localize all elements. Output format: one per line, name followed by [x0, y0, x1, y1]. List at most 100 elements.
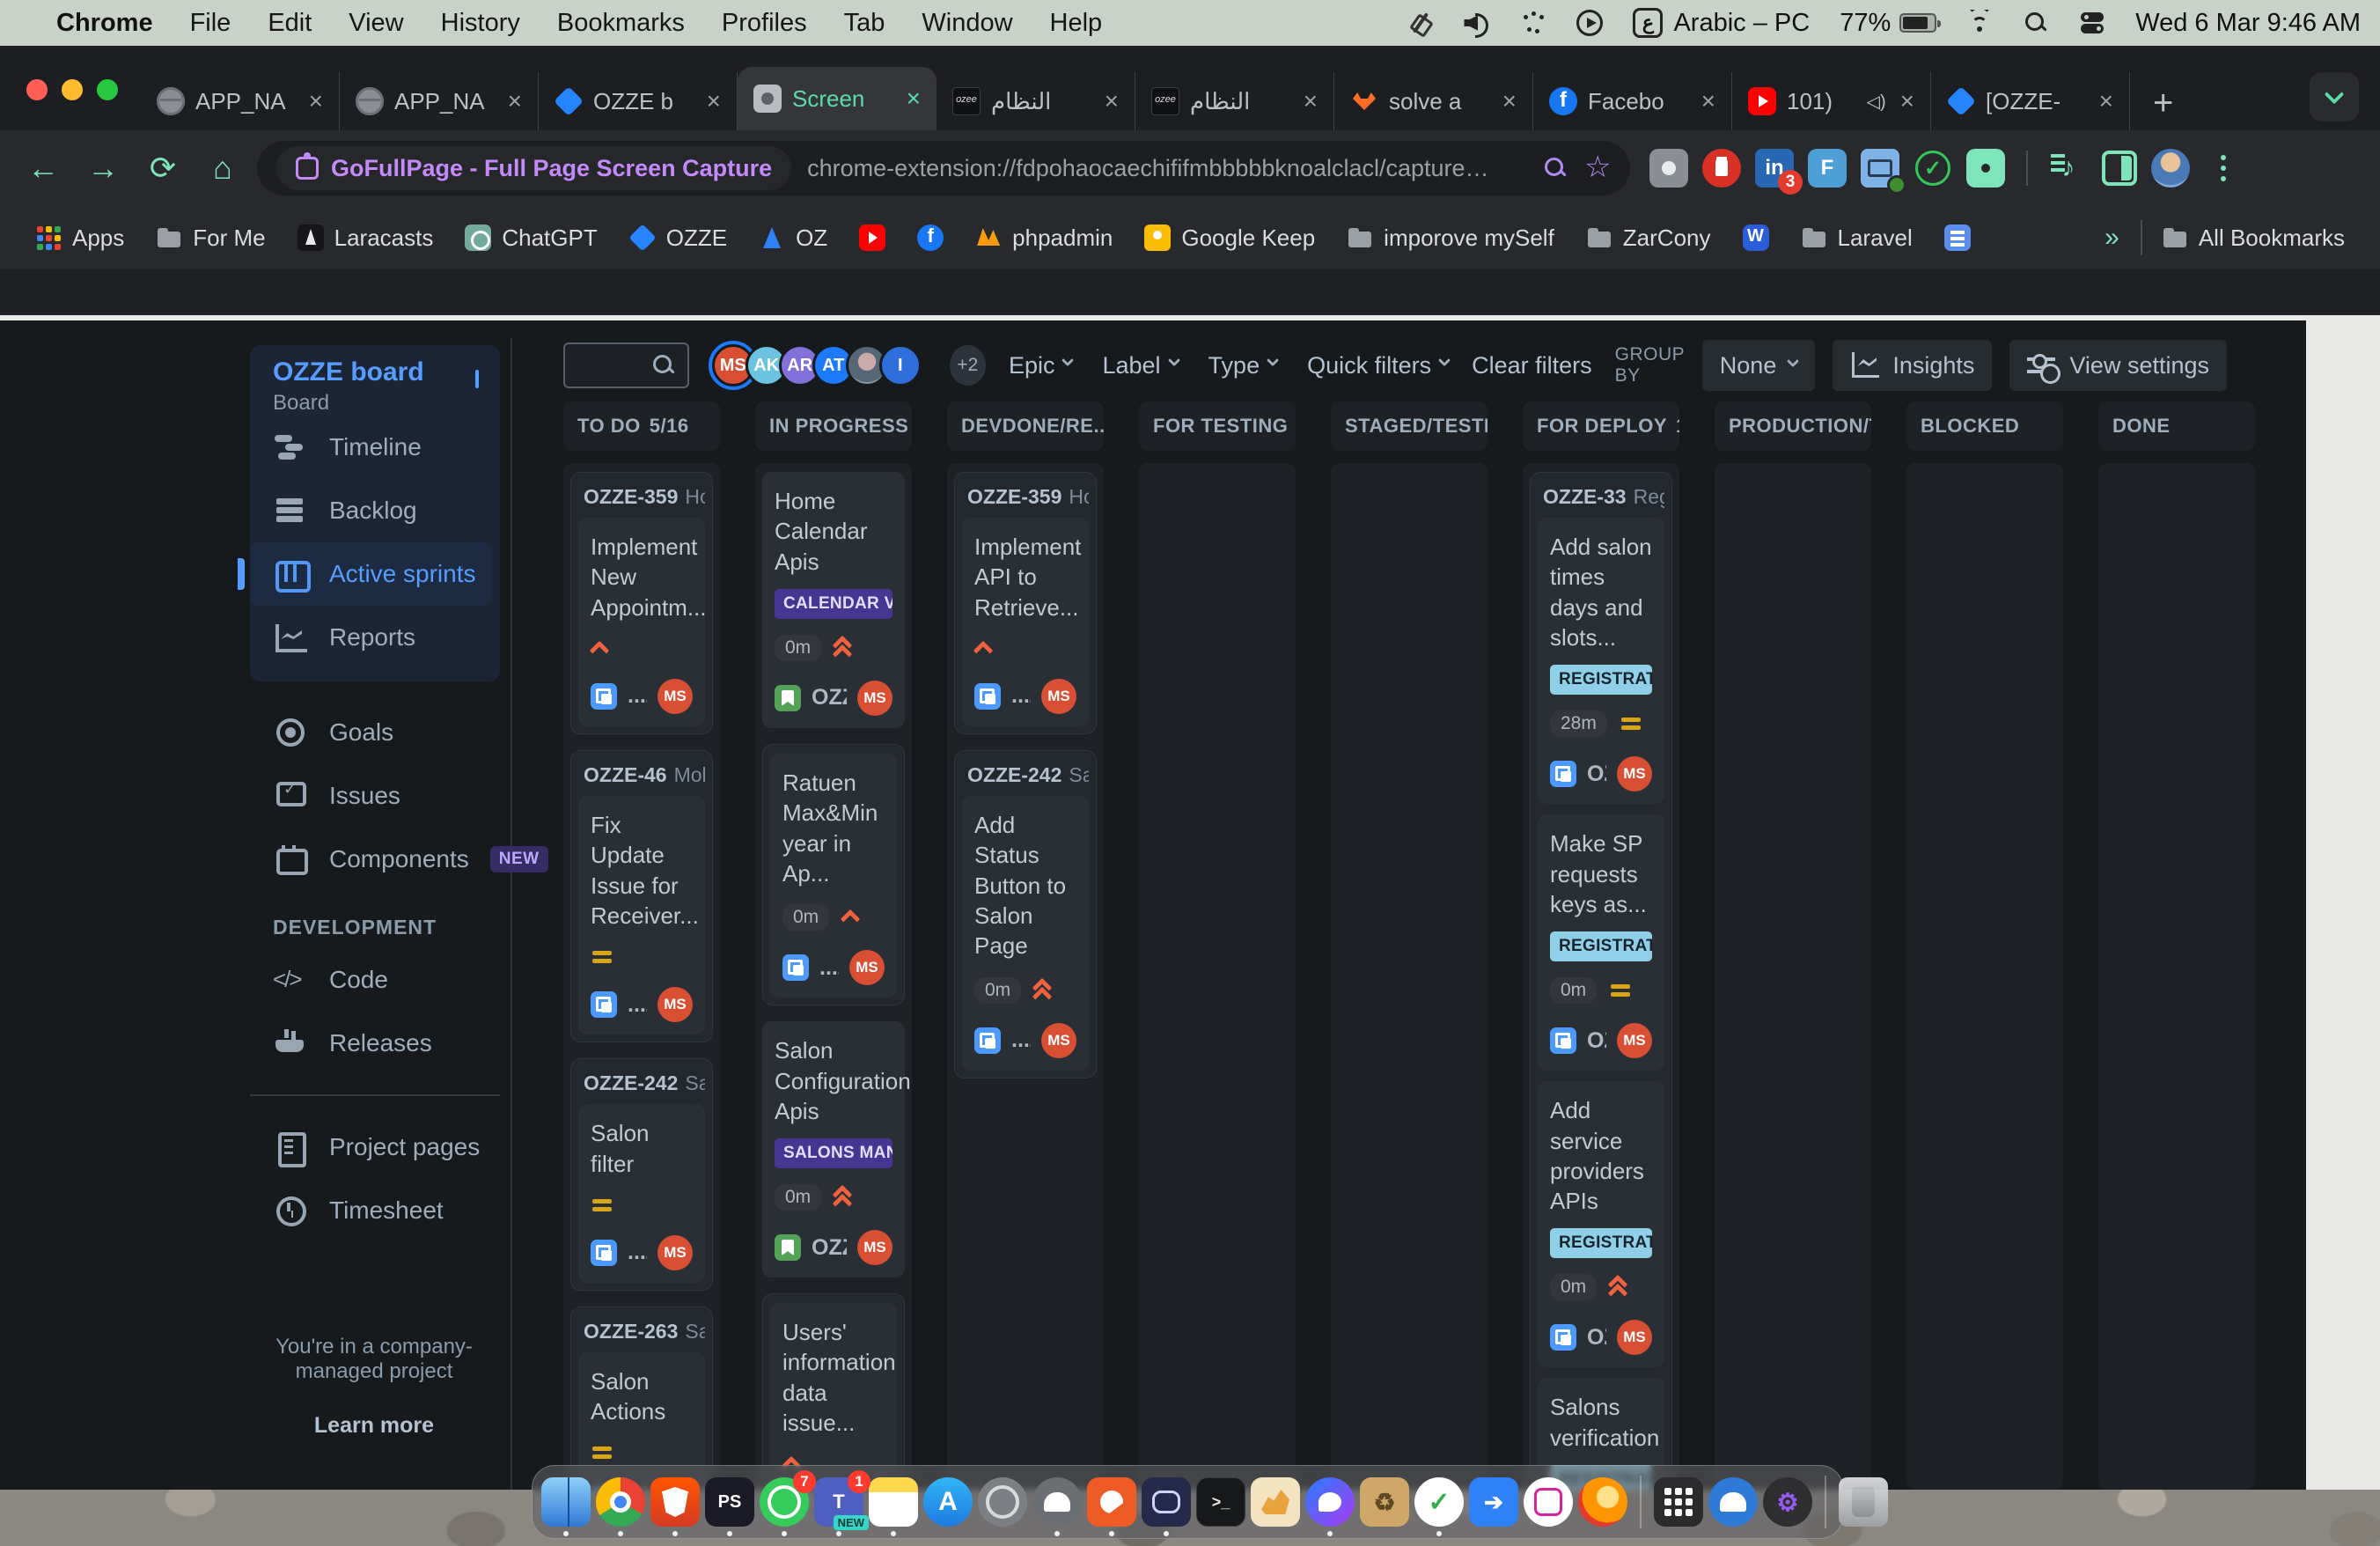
view-settings-button[interactable]: View settings — [2009, 340, 2227, 391]
assignee-avatar[interactable]: MS — [849, 950, 885, 986]
menu-item-bookmarks[interactable]: Bookmarks — [557, 9, 685, 38]
dock-item-firefox[interactable] — [1578, 1477, 1627, 1527]
dock-item-mamp[interactable] — [1032, 1477, 1082, 1536]
tab-close-icon[interactable]: × — [1300, 87, 1321, 115]
sidebar-item-reports[interactable]: Reports — [250, 606, 491, 669]
sidebar-item-project-pages[interactable]: Project pages — [250, 1115, 500, 1179]
clear-filters-button[interactable]: Clear filters — [1472, 352, 1592, 379]
tab-close-icon[interactable]: × — [504, 87, 525, 115]
tab-close-icon[interactable]: × — [305, 87, 327, 115]
dock-item-recycle[interactable] — [1360, 1477, 1409, 1527]
browser-tab-8[interactable]: Facebo × — [1533, 72, 1732, 130]
tab-search-chevron[interactable] — [2310, 72, 2359, 121]
tab-audio-icon[interactable]: ◁) — [1867, 91, 1886, 113]
f-extension-icon[interactable]: F — [1808, 149, 1847, 188]
assignee-avatar[interactable]: MS — [857, 680, 892, 716]
more-avatars-badge[interactable]: +2 — [949, 345, 986, 386]
menu-item-history[interactable]: History — [441, 9, 520, 38]
volume-icon[interactable] — [1464, 10, 1490, 38]
issue-card[interactable]: Implement API to Retrieve... ...ZE-361 MS — [962, 518, 1089, 726]
issue-card[interactable]: Salon Configuration Apis SALONS MANAGE...… — [762, 1021, 911, 1278]
sidebar-item-issues[interactable]: Issues — [250, 764, 500, 828]
assignee-avatar[interactable]: MS — [657, 987, 693, 1023]
browser-tab-6[interactable]: النظام × — [1135, 72, 1334, 130]
bookmark-oz[interactable]: OZ — [746, 219, 840, 257]
dock-item-finder[interactable] — [541, 1477, 591, 1536]
issue-card[interactable]: Add Status Button to Salon Page 0m ...ZE-3… — [962, 795, 1089, 1071]
tab-close-icon[interactable]: × — [1499, 87, 1520, 115]
menu-app-name[interactable]: Chrome — [56, 9, 153, 38]
board-search-input[interactable] — [563, 342, 689, 388]
board-name[interactable]: OZZE board — [273, 357, 424, 387]
extension-page-chip[interactable]: GoFullPage - Full Page Screen Capture — [276, 146, 792, 190]
dock-item-herd[interactable] — [1251, 1477, 1300, 1527]
issue-card[interactable]: Make SP requests keys as... REGISTRATION … — [1538, 814, 1664, 1071]
spotlight-icon[interactable] — [2023, 10, 2049, 36]
menu-item-profiles[interactable]: Profiles — [722, 9, 807, 38]
menu-item-window[interactable]: Window — [922, 9, 1012, 38]
bookmark-laracasts[interactable]: Laracasts — [285, 219, 446, 257]
epic-group-header[interactable]: OZZE-359 Home C... — [962, 482, 1089, 518]
column-header[interactable]: PRODUCTION/TES... — [1715, 401, 1871, 451]
dock-item-teams[interactable]: 1 NEW — [814, 1470, 870, 1536]
dock-item-tinkerwell[interactable] — [1142, 1477, 1191, 1536]
tab-close-icon[interactable]: × — [703, 87, 724, 115]
menu-item-view[interactable]: View — [349, 9, 403, 38]
group-by-dropdown[interactable]: None — [1701, 340, 1816, 391]
column-header[interactable]: IN PROGRESS4/29 — [755, 401, 912, 451]
dock-item-chrome[interactable] — [596, 1477, 645, 1536]
epic-group-header[interactable]: OZZE-263 Salon E... — [578, 1316, 705, 1352]
browser-tab-7[interactable]: solve a × — [1334, 72, 1533, 130]
issue-card[interactable]: Users' information data issue......ZE-37… — [770, 1303, 897, 1490]
minimize-window-button[interactable] — [62, 79, 83, 100]
insights-button[interactable]: Insights — [1833, 340, 1993, 391]
assignee-avatar[interactable]: MS — [857, 1230, 892, 1266]
filter-type[interactable]: Type — [1208, 352, 1280, 379]
tab-close-icon[interactable]: × — [903, 85, 924, 113]
back-button[interactable]: ← — [18, 143, 69, 194]
dock-item-aperture[interactable] — [978, 1477, 1027, 1527]
menu-item-help[interactable]: Help — [1050, 9, 1103, 38]
browser-tab-9[interactable]: 101) ◁) × — [1732, 72, 1931, 130]
wifi-icon[interactable] — [1966, 10, 1993, 36]
bookmarks-overflow-chevrons[interactable]: » — [2090, 223, 2134, 253]
screenshot-extension-icon[interactable] — [1649, 149, 1688, 188]
dock-item-messenger[interactable] — [1305, 1477, 1355, 1536]
dock-item-postman[interactable] — [1087, 1477, 1136, 1536]
play-circle-icon[interactable] — [1576, 10, 1604, 36]
cleaner-extension-icon[interactable] — [1702, 149, 1741, 188]
checker-extension-icon[interactable] — [1914, 149, 1952, 188]
column-header[interactable]: TO DO 5/16 — [563, 401, 720, 451]
dock-item-instagram[interactable] — [1524, 1477, 1573, 1527]
assignee-avatar[interactable]: MS — [1617, 756, 1652, 792]
issue-card[interactable]: Fix Update Issue for Receiver... ...ZE-35… — [578, 795, 705, 1035]
column-header[interactable]: DEVDONE/RE...2/8 — [947, 401, 1104, 451]
assignee-avatar[interactable]: MS — [1617, 1023, 1652, 1059]
bookmark-apps[interactable]: Apps — [23, 219, 136, 257]
bluetooth-icon[interactable] — [1407, 10, 1434, 36]
dock-item-notes[interactable] — [869, 1477, 918, 1536]
menu-item-edit[interactable]: Edit — [268, 9, 312, 38]
menu-item-file[interactable]: File — [190, 9, 231, 38]
issue-card[interactable]: Ratuen Max&Min year in Ap... 0m ...ZE-372 M… — [770, 753, 897, 998]
sidebar-item-components[interactable]: Components NEW — [250, 828, 548, 891]
assignee-avatar[interactable]: MS — [1041, 1022, 1076, 1058]
zoom-window-button[interactable] — [97, 79, 118, 100]
assignee-avatar[interactable]: MS — [657, 678, 693, 714]
browser-menu-icon[interactable] — [2204, 149, 2243, 188]
bookmark-imporove-myself[interactable]: imporove mySelf — [1334, 219, 1567, 257]
bookmark-ozze[interactable]: OZZE — [617, 219, 739, 257]
epic-group-header[interactable]: OZZE-242 Salon Co... — [962, 760, 1089, 796]
learn-more-link[interactable]: Learn more — [238, 1413, 511, 1439]
epic-group-header[interactable]: OZZE-359 Home C... — [578, 482, 705, 518]
issue-card[interactable]: Add service providers APIs REGISTRATION .… — [1538, 1081, 1664, 1368]
tab-close-icon[interactable]: × — [1698, 87, 1719, 115]
issue-card[interactable]: Salon filter ...ZE-341 MS — [578, 1104, 705, 1283]
new-tab-button[interactable]: + — [2130, 84, 2196, 130]
tab-close-icon[interactable]: × — [2096, 87, 2117, 115]
side-panel-icon[interactable] — [2102, 151, 2137, 186]
dock-item-phpstorm[interactable] — [705, 1477, 754, 1536]
browser-tab-4[interactable]: Screen × — [738, 67, 937, 130]
menu-clock[interactable]: Wed 6 Mar 9:46 AM — [2135, 9, 2361, 38]
menu-item-tab[interactable]: Tab — [844, 9, 885, 38]
